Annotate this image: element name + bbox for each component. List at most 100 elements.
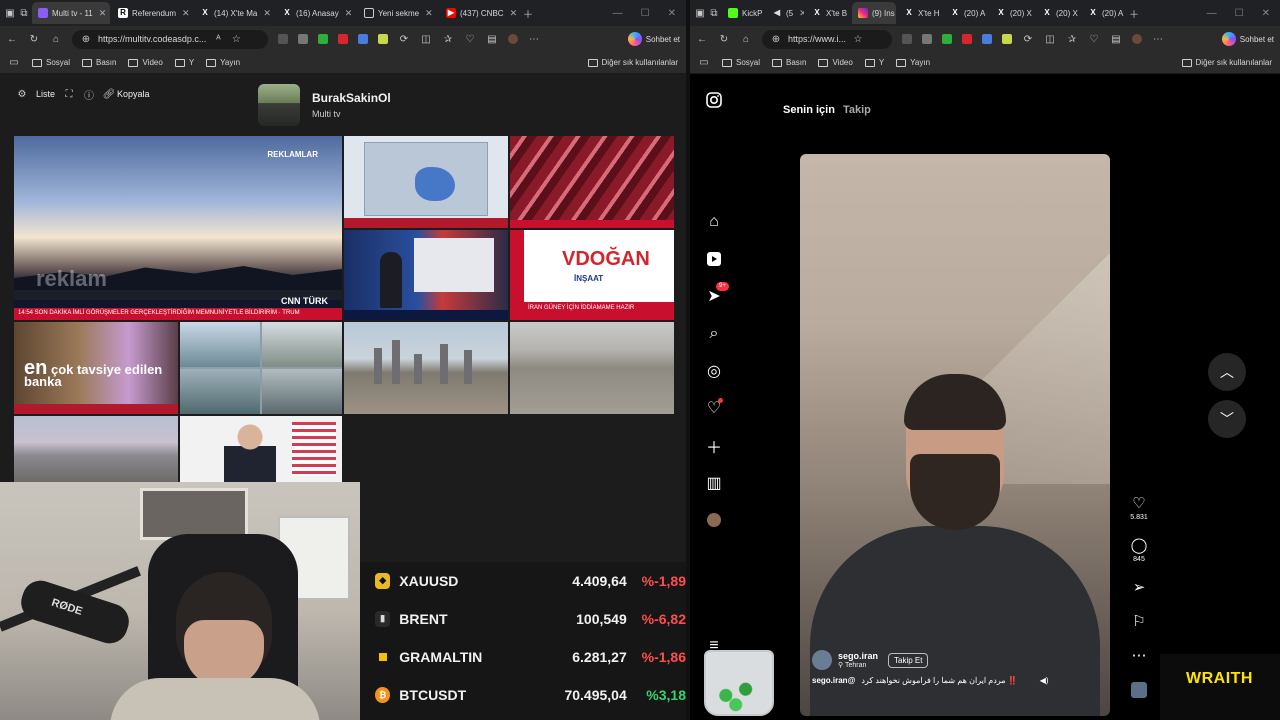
bookmark-folder-basin[interactable]: Basın: [82, 58, 116, 67]
profile-avatar[interactable]: [1132, 34, 1142, 44]
dashboard-icon[interactable]: ▥: [704, 473, 724, 493]
mute-icon[interactable]: ◀): [1040, 676, 1049, 685]
favorites-icon[interactable]: ✰: [1066, 33, 1078, 45]
extension-icon[interactable]: [278, 34, 288, 44]
profile-avatar[interactable]: [508, 34, 518, 44]
back-icon[interactable]: ←: [696, 33, 708, 45]
audio-thumbnail[interactable]: [1126, 682, 1152, 702]
copilot-chat-button[interactable]: Sohbet et: [1221, 32, 1274, 46]
follow-button[interactable]: Takip Et: [888, 652, 929, 668]
extension-icon[interactable]: [358, 34, 368, 44]
more-icon[interactable]: ⋯: [1152, 33, 1164, 45]
settings-gear-icon[interactable]: ⚙: [16, 88, 28, 100]
tab-actions-icon[interactable]: ⧉: [18, 7, 30, 19]
reload-icon[interactable]: ↻: [718, 33, 730, 45]
bookmark-folder-yayin[interactable]: Yayın: [206, 58, 240, 67]
split-screen-icon[interactable]: ◫: [420, 33, 432, 45]
video-tile-city-haze[interactable]: [14, 416, 178, 482]
video-tile-studio[interactable]: [344, 230, 508, 320]
bookmark-folder-sosyal[interactable]: Sosyal: [722, 58, 760, 67]
close-tab-icon[interactable]: ✕: [799, 8, 804, 19]
bookmarks-menu-icon[interactable]: ▭: [8, 57, 20, 69]
close-tab-icon[interactable]: ✕: [425, 8, 433, 19]
video-tile-news-guest[interactable]: [180, 416, 342, 482]
back-icon[interactable]: ←: [6, 33, 18, 45]
tab-x-h[interactable]: X X'te H: [898, 2, 942, 24]
tab-youtube[interactable]: ▶ (437) CNBC ✕: [440, 2, 520, 24]
extension-icon[interactable]: [298, 34, 308, 44]
bookmark-folder-other[interactable]: Diğer sık kullanılanlar: [1181, 58, 1272, 67]
username[interactable]: sego.iran: [838, 651, 878, 661]
video-tile-cameras[interactable]: [180, 322, 342, 414]
extension-icon[interactable]: [378, 34, 388, 44]
close-window-icon[interactable]: ✕: [1262, 8, 1270, 19]
video-tile-map[interactable]: [344, 136, 508, 228]
more-options-button[interactable]: ⋯: [1126, 646, 1152, 664]
tab-x-a2[interactable]: X (20) A: [1082, 2, 1126, 24]
close-tab-icon[interactable]: ✕: [510, 8, 518, 19]
bookmark-folder-y[interactable]: Y: [864, 58, 884, 67]
workspaces-icon[interactable]: ▣: [694, 7, 706, 19]
home-icon[interactable]: ⌂: [50, 33, 62, 45]
previous-reel-button[interactable]: ︿: [1208, 353, 1246, 391]
reels-icon[interactable]: [704, 249, 724, 269]
reload-icon[interactable]: ↻: [28, 33, 40, 45]
refresh-ext-icon[interactable]: ⟳: [398, 33, 410, 45]
close-tab-icon[interactable]: ✕: [345, 8, 353, 19]
info-icon[interactable]: ⓘ: [83, 88, 95, 102]
extension-icon[interactable]: [922, 34, 932, 44]
comment-button[interactable]: ◯ 845: [1126, 536, 1152, 563]
close-tab-icon[interactable]: ✕: [182, 8, 190, 19]
location[interactable]: ⚲ Tehran: [838, 661, 878, 669]
refresh-ext-icon[interactable]: ⟳: [1022, 33, 1034, 45]
bookmark-folder-other[interactable]: Diğer sık kullanılanlar: [587, 58, 678, 67]
search-icon[interactable]: ⌕: [704, 324, 724, 344]
maximize-icon[interactable]: ☐: [641, 8, 650, 19]
extension-icon[interactable]: [318, 34, 328, 44]
caption-user[interactable]: sego.iran@: [812, 676, 855, 685]
home-icon[interactable]: ⌂: [704, 212, 724, 232]
favorites-icon[interactable]: ✰: [442, 33, 454, 45]
link-icon[interactable]: 🔗︎: [103, 88, 116, 100]
bookmark-folder-sosyal[interactable]: Sosyal: [32, 58, 70, 67]
url-field[interactable]: ⊕ https://www.i... ☆: [762, 29, 892, 49]
tab-audio[interactable]: ◀ (5 ✕: [766, 2, 804, 24]
tab-x-2[interactable]: X (16) Anasay ✕: [276, 2, 356, 24]
video-tile-bank-ad[interactable]: en çok tavsiye edilen banka: [14, 322, 178, 414]
browser-essentials-icon[interactable]: ♡: [464, 33, 476, 45]
copilot-chat-button[interactable]: Sohbet et: [627, 32, 680, 46]
bookmark-folder-yayin[interactable]: Yayın: [896, 58, 930, 67]
translate-icon[interactable]: ᴬ: [212, 33, 224, 45]
tab-x-b[interactable]: X X'te B: [806, 2, 850, 24]
new-tab-icon[interactable]: ＋: [1128, 7, 1140, 21]
extension-icon[interactable]: [982, 34, 992, 44]
instagram-logo-icon[interactable]: [704, 90, 724, 110]
tab-x-1[interactable]: X (14) X'te Ma ✕: [194, 2, 274, 24]
close-tab-icon[interactable]: ✕: [99, 8, 107, 19]
minimize-icon[interactable]: —: [1207, 8, 1217, 19]
video-tile-city-skyline[interactable]: [344, 322, 508, 414]
tab-instagram[interactable]: (9) Ins: [852, 2, 896, 24]
favorite-star-icon[interactable]: ☆: [230, 33, 242, 45]
notifications-heart-icon[interactable]: ♡: [704, 398, 724, 418]
bookmark-folder-video[interactable]: Video: [818, 58, 853, 67]
video-tile-red-graphic[interactable]: [510, 136, 674, 228]
like-button[interactable]: ♡ 5.831: [1126, 494, 1152, 521]
bookmarks-menu-icon[interactable]: ▭: [698, 57, 710, 69]
tab-referendum[interactable]: R Referendum ✕: [112, 2, 192, 24]
extension-icon[interactable]: [1002, 34, 1012, 44]
fullscreen-icon[interactable]: ⛶: [63, 88, 75, 100]
home-icon[interactable]: ⌂: [740, 33, 752, 45]
close-tab-icon[interactable]: ✕: [263, 8, 271, 19]
extension-icon[interactable]: [962, 34, 972, 44]
bookmark-folder-video[interactable]: Video: [128, 58, 163, 67]
tab-new[interactable]: Yeni sekme ✕: [358, 2, 438, 24]
minimize-icon[interactable]: —: [613, 8, 623, 19]
messages-icon[interactable]: ➤ 9+: [704, 282, 729, 306]
workspaces-icon[interactable]: ▣: [4, 7, 16, 19]
favorite-star-icon[interactable]: ☆: [852, 33, 864, 45]
bookmark-folder-y[interactable]: Y: [174, 58, 194, 67]
url-field[interactable]: ⊕ https://multitv.codeasdp.c... ᴬ ☆: [72, 29, 268, 49]
explore-icon[interactable]: ◎: [704, 361, 724, 381]
extension-icon[interactable]: [942, 34, 952, 44]
